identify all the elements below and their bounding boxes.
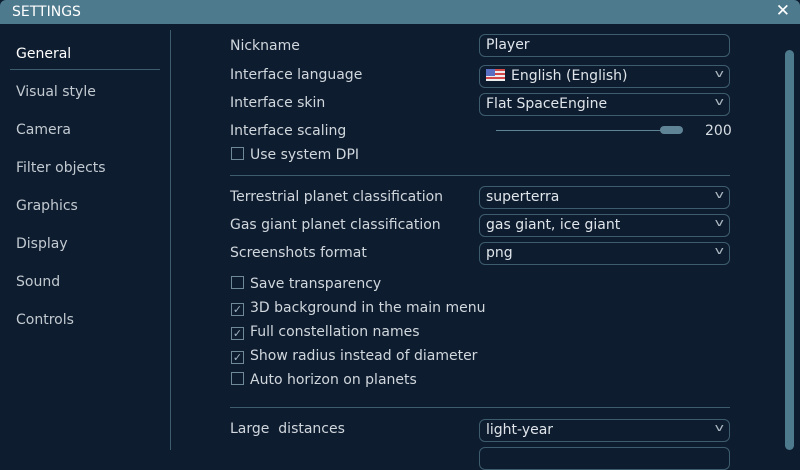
checkbox-box [231, 372, 244, 385]
gas-giant-value: gas giant, ice giant [486, 217, 621, 233]
auto-horizon-checkbox[interactable]: Auto horizon on planets [231, 372, 417, 388]
terrestrial-label: Terrestrial planet classification [230, 189, 444, 205]
scrollbar[interactable] [785, 50, 794, 450]
skin-select[interactable]: Flat SpaceEngine v [479, 93, 730, 116]
gas-giant-select[interactable]: gas giant, ice giant v [479, 214, 730, 237]
title-bar: SETTINGS ✕ [0, 0, 800, 24]
show-radius-checkbox[interactable]: ✓ Show radius instead of diameter [231, 348, 477, 364]
language-value: English (English) [511, 68, 628, 84]
checkbox-label: Full constellation names [250, 324, 420, 340]
terrestrial-select[interactable]: superterra v [479, 186, 730, 209]
window-title: SETTINGS [12, 4, 81, 20]
chevron-down-icon: v [715, 216, 725, 229]
next-select[interactable] [479, 447, 730, 470]
checkbox-box [231, 147, 244, 160]
sidebar-item-filter-objects[interactable]: Filter objects [16, 160, 106, 176]
sidebar-item-controls[interactable]: Controls [16, 312, 74, 328]
chevron-down-icon: v [715, 188, 725, 201]
scaling-slider[interactable] [496, 130, 676, 131]
scaling-slider-thumb[interactable] [660, 126, 683, 134]
scaling-label: Interface scaling [230, 123, 347, 139]
checkbox-label: Show radius instead of diameter [250, 348, 478, 364]
divider [170, 30, 171, 450]
language-select[interactable]: English (English) v [479, 65, 730, 88]
sidebar-item-display[interactable]: Display [16, 236, 68, 252]
sidebar-item-general[interactable]: General [16, 46, 71, 62]
chevron-down-icon: v [715, 421, 725, 434]
active-underline [10, 69, 160, 70]
screenshots-value: png [486, 245, 513, 261]
large-distances-label: Large distances [230, 421, 345, 437]
check-icon: ✓ [231, 351, 244, 364]
nickname-input[interactable]: Player [479, 34, 730, 57]
large-distances-value: light-year [486, 422, 554, 438]
screenshots-label: Screenshots format [230, 245, 367, 261]
section-divider [230, 407, 730, 408]
checkbox-label: Save transparency [250, 276, 382, 292]
sidebar-item-sound[interactable]: Sound [16, 274, 60, 290]
sidebar-item-camera[interactable]: Camera [16, 122, 71, 138]
full-constellation-checkbox[interactable]: ✓ Full constellation names [231, 324, 420, 340]
us-flag-icon [486, 69, 505, 81]
terrestrial-value: superterra [486, 189, 560, 205]
screenshots-select[interactable]: png v [479, 242, 730, 265]
save-transparency-checkbox[interactable]: Save transparency [231, 276, 381, 292]
skin-value: Flat SpaceEngine [486, 96, 608, 112]
3d-background-checkbox[interactable]: ✓ 3D background in the main menu [231, 300, 485, 316]
sidebar-item-graphics[interactable]: Graphics [16, 198, 78, 214]
check-icon: ✓ [231, 327, 244, 340]
check-icon: ✓ [231, 303, 244, 316]
chevron-down-icon: v [715, 244, 725, 257]
checkbox-label: Use system DPI [250, 147, 360, 163]
chevron-down-icon: v [715, 95, 725, 108]
skin-label: Interface skin [230, 95, 326, 111]
checkbox-label: 3D background in the main menu [250, 300, 486, 316]
section-divider [230, 175, 730, 176]
gas-giant-label: Gas giant planet classification [230, 217, 441, 233]
scaling-value: 200 [705, 123, 732, 139]
checkbox-box [231, 276, 244, 289]
close-icon[interactable]: ✕ [776, 1, 790, 21]
system-dpi-checkbox[interactable]: Use system DPI [231, 147, 359, 163]
sidebar-item-visual-style[interactable]: Visual style [16, 84, 96, 100]
language-label: Interface language [230, 67, 363, 83]
large-distances-select[interactable]: light-year v [479, 419, 730, 442]
nickname-label: Nickname [230, 38, 300, 54]
checkbox-label: Auto horizon on planets [250, 372, 417, 388]
chevron-down-icon: v [715, 67, 725, 80]
